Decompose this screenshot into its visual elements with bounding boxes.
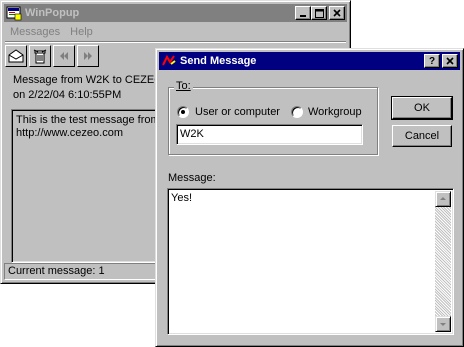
- winpopup-app-icon: [6, 6, 22, 21]
- open-message-button[interactable]: [5, 45, 27, 67]
- close-button[interactable]: [329, 6, 345, 20]
- message-textarea[interactable]: Yes!: [167, 188, 454, 335]
- previous-icon: [60, 52, 68, 60]
- envelope-icon: [8, 49, 24, 63]
- radio-workgroup[interactable]: [291, 106, 303, 118]
- radio-user-or-computer-label[interactable]: User or computer: [195, 106, 280, 119]
- menu-help[interactable]: Help: [70, 26, 93, 38]
- scroll-up-button[interactable]: [435, 191, 451, 207]
- previous-message-button[interactable]: [53, 45, 75, 67]
- cancel-button[interactable]: Cancel: [392, 125, 452, 147]
- to-label: To:: [174, 80, 193, 93]
- vertical-scrollbar[interactable]: [435, 191, 451, 332]
- question-icon: ?: [428, 55, 436, 67]
- message-header-line2: on 2/22/04 6:10:55PM: [13, 89, 122, 101]
- to-input[interactable]: W2K: [176, 124, 363, 145]
- close-icon: [446, 57, 454, 65]
- radio-user-or-computer[interactable]: [177, 106, 189, 118]
- status-text: Current message: 1: [8, 265, 105, 277]
- maximize-icon: [314, 8, 324, 18]
- radio-workgroup-label[interactable]: Workgroup: [308, 106, 362, 119]
- dialog-close-button[interactable]: [442, 54, 458, 68]
- arrow-up-icon: [440, 197, 446, 200]
- winpopup-menubar: Messages Help: [5, 23, 98, 41]
- winpopup-titlebar[interactable]: WinPopup: [4, 4, 347, 22]
- message-label: Message:: [168, 172, 216, 184]
- maximize-button[interactable]: [311, 6, 327, 20]
- delete-message-button[interactable]: [29, 45, 51, 67]
- next-icon: [84, 52, 92, 60]
- send-message-title: Send Message: [180, 55, 257, 67]
- send-message-dialog: Send Message ? To: User or computer Work…: [155, 48, 464, 347]
- message-body-line2: http://www.cezeo.com: [16, 127, 123, 139]
- winpopup-toolbar: [5, 43, 99, 69]
- send-message-icon: [162, 54, 176, 66]
- close-icon: [333, 9, 341, 17]
- minimize-button[interactable]: [295, 6, 311, 20]
- trash-icon: [33, 49, 47, 64]
- menu-messages[interactable]: Messages: [10, 26, 60, 38]
- message-header: Message from W2K to CEZEO on 2/22/04 6:1…: [13, 73, 163, 103]
- ok-button[interactable]: OK: [391, 96, 453, 120]
- message-body-line1: This is the test message from: [16, 114, 160, 126]
- scroll-down-button[interactable]: [435, 316, 451, 332]
- arrow-down-icon: [440, 323, 446, 326]
- winpopup-title: WinPopup: [25, 7, 80, 19]
- next-message-button[interactable]: [77, 45, 99, 67]
- send-message-titlebar[interactable]: Send Message ?: [159, 52, 460, 70]
- message-header-line1: Message from W2K to CEZEO: [13, 74, 163, 86]
- help-button[interactable]: ?: [424, 54, 440, 68]
- minimize-icon: [300, 15, 306, 17]
